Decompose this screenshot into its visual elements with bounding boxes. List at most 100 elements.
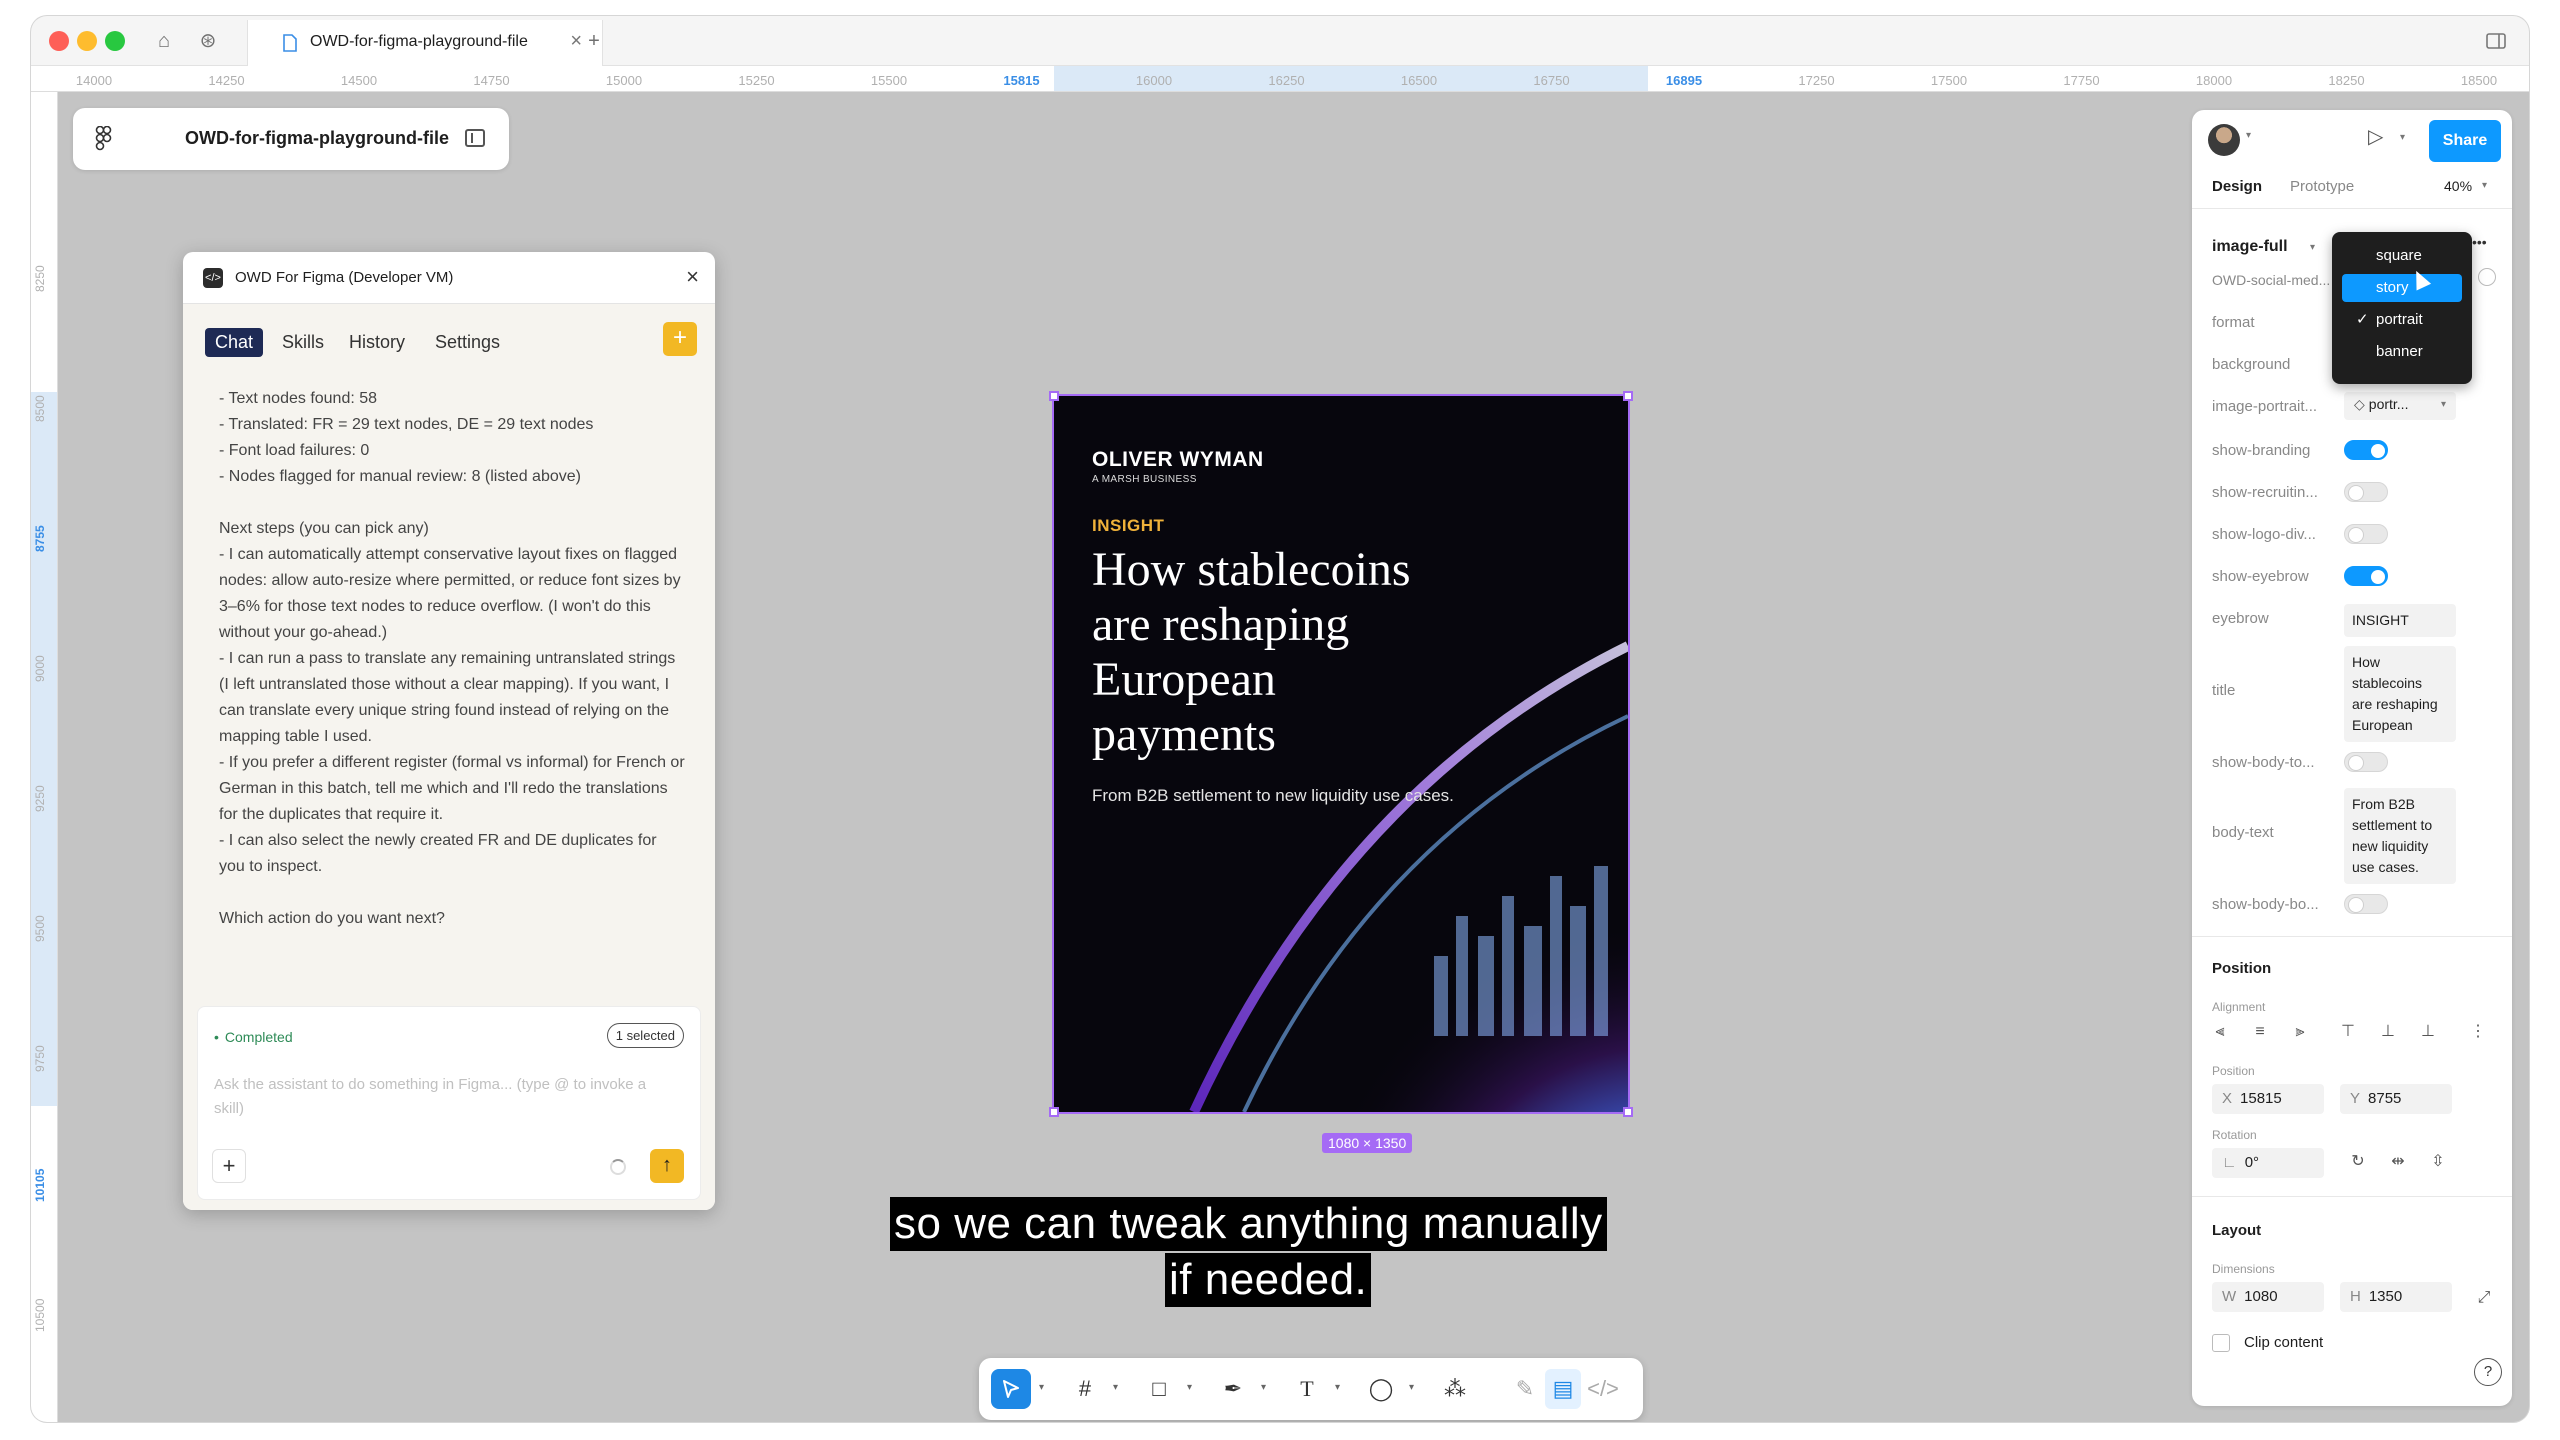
align-center-h-icon[interactable]: ≡ (2246, 1018, 2274, 1046)
frame-tool-icon[interactable]: # (1065, 1369, 1105, 1409)
more-options-icon[interactable]: ••• (2472, 234, 2487, 250)
present-play-icon[interactable]: ▷ (2368, 124, 2383, 149)
rectangle-tool-icon[interactable]: □ (1139, 1369, 1179, 1409)
minimize-window-button[interactable] (77, 31, 97, 51)
resize-to-fit-icon[interactable]: ⤢ (2470, 1284, 2498, 1312)
file-name[interactable]: OWD-for-figma-playground-file (185, 128, 449, 149)
tab-skills[interactable]: Skills (282, 328, 324, 357)
image-portrait-select[interactable]: ◇ portr... ▾ (2344, 392, 2456, 420)
component-subtitle: OWD-social-med... (2212, 272, 2331, 288)
reset-icon[interactable] (2478, 268, 2496, 286)
figma-logo-icon[interactable] (95, 126, 113, 152)
ruler-tick-label: 17250 (1798, 73, 1835, 88)
text-tool-icon[interactable]: T (1287, 1369, 1327, 1409)
file-tab[interactable]: OWD-for-figma-playground-file × (247, 20, 603, 66)
align-bottom-icon[interactable]: ⊥ (2414, 1018, 2442, 1046)
sidebar-toggle-icon[interactable] (465, 129, 485, 147)
chat-line: - Nodes flagged for manual review: 8 (li… (219, 468, 581, 485)
actions-tool-icon[interactable]: ⁂ (1435, 1369, 1475, 1409)
chevron-down-icon[interactable]: ▾ (1409, 1382, 1414, 1393)
dropdown-option-square[interactable]: square (2342, 242, 2462, 270)
dimensions-badge: 1080 × 1350 (1322, 1133, 1413, 1153)
flip-vertical-icon[interactable]: ⇳ (2424, 1148, 2452, 1176)
body-text-line: use cases. (2352, 859, 2419, 875)
chat-line: - I can also select the newly created FR… (219, 832, 657, 875)
maximize-window-button[interactable] (105, 31, 125, 51)
alignment-row: ⫷ ≡ ⫸ ⊤ ⊥ ⊥ ⋮ (2206, 1018, 2506, 1048)
dropdown-option-portrait[interactable]: ✓ portrait (2342, 306, 2462, 334)
share-button[interactable]: Share (2429, 120, 2501, 162)
close-window-button[interactable] (49, 31, 69, 51)
show-branding-toggle[interactable] (2344, 440, 2388, 460)
rotate-icon[interactable]: ↻ (2344, 1148, 2372, 1176)
body-text-line: From B2B (2352, 796, 2416, 812)
y-value: 8755 (2368, 1090, 2402, 1107)
show-eyebrow-toggle[interactable] (2344, 566, 2388, 586)
chevron-down-icon[interactable]: ▾ (2400, 132, 2405, 143)
new-chat-button[interactable]: + (663, 322, 697, 356)
zoom-level[interactable]: 40% (2444, 178, 2472, 194)
show-body-to-toggle[interactable] (2344, 752, 2388, 772)
community-icon[interactable]: ⊛ (195, 28, 221, 54)
chevron-down-icon[interactable]: ▾ (2246, 130, 2251, 141)
home-icon[interactable]: ⌂ (151, 28, 177, 54)
align-center-v-icon[interactable]: ⊥ (2374, 1018, 2402, 1046)
tab-design[interactable]: Design (2212, 178, 2262, 195)
avatar[interactable] (2208, 124, 2240, 156)
dev-mode-icon[interactable]: </> (1585, 1369, 1621, 1409)
show-recruiting-toggle[interactable] (2344, 482, 2388, 502)
chevron-down-icon[interactable]: ▾ (2310, 242, 2315, 253)
x-position-field[interactable]: X 15815 (2212, 1084, 2324, 1114)
height-field[interactable]: H 1350 (2340, 1282, 2452, 1312)
distribute-icon[interactable]: ⋮ (2464, 1018, 2492, 1046)
align-top-icon[interactable]: ⊤ (2334, 1018, 2362, 1046)
resize-handle[interactable] (1049, 1107, 1059, 1117)
draw-mode-icon[interactable]: ✎ (1507, 1369, 1543, 1409)
dropdown-option-banner[interactable]: banner (2342, 338, 2462, 366)
send-button[interactable]: ↑ (650, 1149, 684, 1183)
y-prefix: Y (2350, 1090, 2361, 1107)
chevron-down-icon[interactable]: ▾ (2482, 180, 2487, 191)
width-field[interactable]: W 1080 (2212, 1282, 2324, 1312)
rotation-field[interactable]: ∟ 0° (2212, 1148, 2324, 1178)
chevron-down-icon[interactable]: ▾ (1335, 1382, 1340, 1393)
help-button[interactable]: ? (2474, 1358, 2502, 1386)
tab-prototype[interactable]: Prototype (2290, 178, 2354, 195)
pen-tool-icon[interactable]: ✒ (1213, 1369, 1253, 1409)
component-name[interactable]: image-full (2212, 238, 2288, 256)
chevron-down-icon[interactable]: ▾ (1039, 1382, 1044, 1393)
body-text-input[interactable]: From B2B settlement to new liquidity use… (2344, 788, 2456, 884)
align-right-icon[interactable]: ⫸ (2286, 1018, 2314, 1046)
panel-toggle-icon[interactable] (2483, 28, 2509, 54)
comment-tool-icon[interactable]: ◯ (1361, 1369, 1401, 1409)
resize-handle[interactable] (1623, 391, 1633, 401)
chevron-down-icon[interactable]: ▾ (1261, 1382, 1266, 1393)
add-attachment-button[interactable]: + (212, 1149, 246, 1183)
y-position-field[interactable]: Y 8755 (2340, 1084, 2452, 1114)
eyebrow-input[interactable]: INSIGHT (2344, 604, 2456, 637)
chevron-down-icon[interactable]: ▾ (1113, 1382, 1118, 1393)
tab-settings[interactable]: Settings (435, 328, 500, 357)
chat-input[interactable]: Ask the assistant to do something in Fig… (214, 1073, 674, 1121)
new-tab-icon[interactable]: + (581, 28, 607, 54)
move-tool-icon[interactable] (991, 1369, 1031, 1409)
resize-handle[interactable] (1049, 391, 1059, 401)
status-label: Completed (214, 1029, 293, 1045)
chevron-down-icon[interactable]: ▾ (1187, 1382, 1192, 1393)
tab-chat[interactable]: Chat (205, 328, 264, 357)
vruler-tick-label: 8250 (33, 265, 47, 292)
title-input[interactable]: How stablecoins are reshaping European (2344, 646, 2456, 742)
align-left-icon[interactable]: ⫷ (2206, 1018, 2234, 1046)
dropdown-option-story[interactable]: story (2342, 274, 2462, 302)
chat-line: Which action do you want next? (219, 910, 445, 927)
titlebar: ⌂ ⊛ OWD-for-figma-playground-file × + (31, 16, 2529, 66)
show-body-bo-toggle[interactable] (2344, 894, 2388, 914)
resize-handle[interactable] (1623, 1107, 1633, 1117)
artboard[interactable]: OLIVER WYMAN A MARSH BUSINESS INSIGHT Ho… (1054, 396, 1628, 1112)
clip-content-checkbox[interactable] (2212, 1334, 2230, 1352)
show-logo-div-toggle[interactable] (2344, 524, 2388, 544)
design-mode-icon[interactable]: ▤ (1545, 1369, 1581, 1409)
tab-history[interactable]: History (349, 328, 405, 357)
flip-horizontal-icon[interactable]: ⇹ (2384, 1148, 2412, 1176)
close-icon[interactable]: × (686, 264, 699, 290)
